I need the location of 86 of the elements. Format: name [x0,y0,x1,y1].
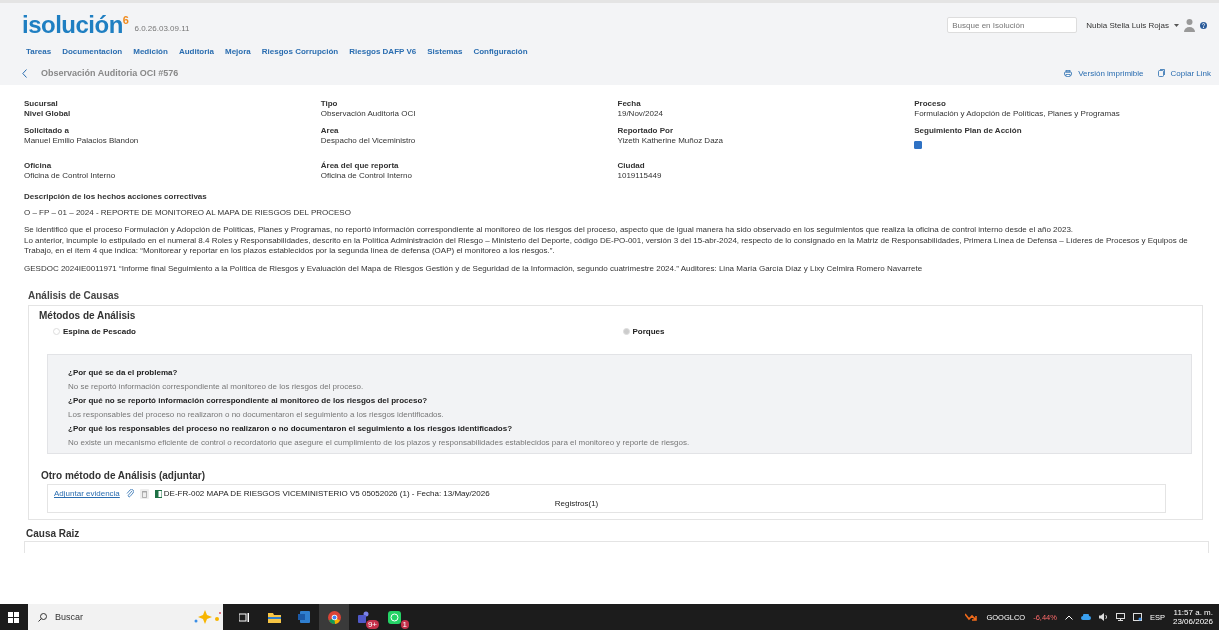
nav-menu-item[interactable]: Medición [133,46,168,56]
field-label: Oficina [24,161,53,170]
nav-menu-item[interactable]: Tareas [26,46,52,56]
printer-icon [1064,69,1073,77]
taskbar-app[interactable]: 1 [379,604,409,630]
field-label: Seguimiento Plan de Acción [914,126,1023,135]
field-label: Area [320,126,340,135]
why-question: ¿Por qué los responsables del proceso no realizaron o no documentaron el seguimiento a los riesgos identificados? [68,423,514,433]
taskbar-search-field[interactable]: Buscar [28,604,223,630]
stock-down-icon [965,613,979,621]
field-value: Yizeth Katherine Muñoz Daza [617,136,725,145]
search-field[interactable]: Busque en Isolución [947,17,1078,33]
subsection-heading: Métodos de Análisis [39,309,137,321]
attach-evidence-link[interactable]: Adjuntar evidencia [54,489,120,499]
taskbar-app[interactable] [319,604,349,630]
notification-badge: 9+ [365,620,379,629]
copy-link-button[interactable]: Copiar Link [1157,68,1211,78]
attachment-file-name[interactable]: DE-FR-002 MAPA DE RIESGOS VICEMINISTERIO V5 05052026 (1) - Fecha: 13/May/2026 [163,489,490,499]
browser-icon [327,610,341,624]
field-label: Fecha [617,99,642,108]
subsection-heading: Otro método de Análisis (adjuntar) [41,469,207,481]
field-value: 1019115449 [617,171,663,180]
nav-menu-item[interactable]: Mejora [225,46,251,56]
section-heading: Análisis de Causas [28,289,121,301]
section-heading: Causa Raiz [26,527,81,539]
section-title: Descripción de los hechos acciones correctivas [24,192,208,201]
field-label: Área del que reporta [320,161,400,170]
why-answer: Los responsables del proceso no realizaron o no documentaron el seguimiento a los riesgos identificados. [68,409,445,419]
spreadsheet-file-icon [154,489,162,498]
display-icon[interactable] [1132,613,1142,621]
page-title: Observación Auditoria OCI #576 [41,68,179,78]
speaker-icon[interactable] [1098,613,1108,621]
task-view-icon [238,611,250,623]
people-app-icon [357,611,371,623]
field-value: Observación Auditoria OCI [320,109,417,118]
nav-menu-item[interactable]: Auditoria [178,46,214,56]
field-value: Manuel Emilio Palacios Blandon [24,136,140,145]
folder-icon [267,611,281,623]
printable-version-link[interactable]: Versión imprimible [1064,68,1144,78]
taskbar-app[interactable]: 9+ [349,604,379,630]
field-value: Nivel Global [24,109,72,118]
description-paragraph: O – FP – 01 – 2024 - REPORTE DE MONITOREO AL MAPA DE RIESGOS DEL PROCESO [24,208,352,219]
chevron-up-icon[interactable] [1064,614,1073,620]
why-answer: No existe un mecanismo eficiente de control o recordatorio que asegure el cumplimiento de los plazos y responsabilidades establecidos para el monitoreo y reporte de riesgos. [68,437,691,447]
caret-icon[interactable] [1174,23,1179,27]
field-value: Formulación y Adopción de Políticas, Planes y Programas [914,109,1121,118]
chat-app-icon [387,610,401,624]
records-count: Registros(1) [554,498,599,508]
back-chevron-icon[interactable] [22,68,27,78]
user-avatar-icon[interactable] [1184,18,1195,32]
field-label: Tipo [320,99,339,108]
radio-option[interactable]: Porques [622,326,1192,336]
paperclip-icon[interactable] [125,489,134,499]
document-app-icon [298,611,310,623]
field-label: Solicitado a [24,126,70,135]
search-icon [38,612,47,622]
field-label: Reportado Por [617,126,675,135]
clock[interactable]: 11:57 a. m. 23/06/2026 [1172,608,1213,626]
logo[interactable]: isolución$^{6}$ [22,11,129,39]
why-question: ¿Por qué se da el problema? [68,367,179,377]
notification-badge: 1 [400,620,409,629]
nav-menu-item[interactable]: Sistemas [427,46,463,56]
user-name[interactable]: Nubia Stella Luis Rojas [1086,20,1169,30]
field-value: Oficina de Control Interno [24,171,117,180]
field-label: Proceso [914,99,947,108]
version-number: 6.0.26.03.09.11 [134,24,190,33]
why-question: ¿Por qué no se reportó información correspondiente al monitoreo de los riesgos del proceso? [68,395,429,405]
help-icon[interactable] [1200,21,1207,29]
nav-menu-item[interactable]: Documentacion [62,46,123,56]
field-value: Oficina de Control Interno [320,171,413,180]
field-label: Ciudad [617,161,646,170]
copy-icon [1157,69,1165,77]
cloud-icon[interactable] [1080,614,1091,620]
sparkles-icon [193,609,223,625]
checkbox[interactable] [914,141,923,149]
description-paragraph: GESDOC 2024IE0011971 “Informe final Seguimiento a la Política de Riesgos y Evaluación del Mapa de Riesgos Gestión y de Seguridad de la Información, segundo cuatrimestre 2024.” Auditores: Lina María García Díaz y Lixy Celmira Romero Navarrete [24,263,924,274]
nav-menu-item[interactable]: Riesgos DAFP V6 [349,46,417,56]
description-paragraph: Se identificó que el proceso Formulación y Adopción de Políticas, Planes y Programas, no reportó información correspondiente al monitoreo de los riesgos del proceso, aspecto que de igual manera ha sido observado en los seguimientos que realiza la oficina de control interno desde el año 2023. Lo anterior, incumple lo estipulado en el numeral 8.4 Roles y Responsabilidades, descrito en la Política Administración del Riesgo – Ministerio del Deporte, código DE-PO-001, versión 3 del 15-abr-2024, respecto de lo consignado en la Matriz de Responsabilidades, Primera Línea de Defensa – Líderes de Procesos y Equipos de Trabajo, en el ítem 4 que indica: “Monitorear y reportar en los plazos establecidos por la segunda línea de defensa (OAP) el monitoreo a los riesgos.”. [24,225,1189,257]
field-value: Despacho del Viceministro [320,136,417,145]
nav-menu-item[interactable]: Configuración [473,46,528,56]
windows-start-icon[interactable] [8,611,19,623]
field-value: 19/Nov/2024 [617,109,664,118]
radio-option[interactable]: Espina de Pescado [53,326,623,336]
nav-menu-item[interactable]: Riesgos Corrupción [261,46,339,56]
why-answer: No se reportó información correspondiente al monitoreo de los riesgos del proceso. [68,381,365,391]
field-label: Sucursal [24,99,59,108]
